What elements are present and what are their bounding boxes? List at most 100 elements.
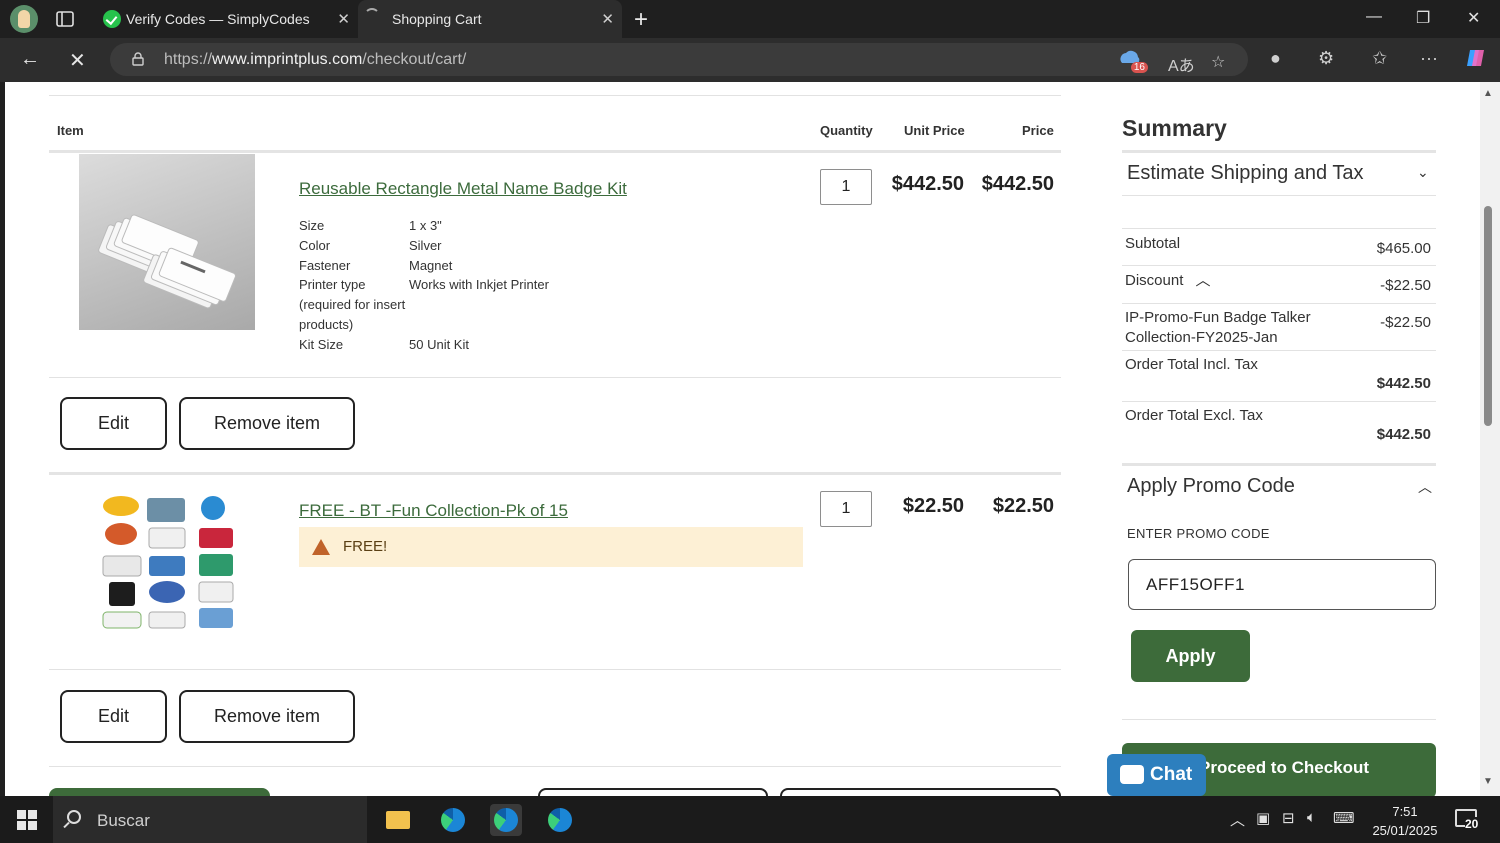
taskbar-search[interactable]: Buscar [53, 796, 367, 843]
tracker-count: 16 [1130, 62, 1148, 73]
product-image-fun-collection[interactable] [93, 492, 241, 642]
chevron-up-icon[interactable]: ︿ [1418, 477, 1432, 497]
windows-start-icon[interactable] [17, 810, 37, 830]
divider [1122, 228, 1436, 229]
option-label: Printer type (required for insert produc… [299, 277, 406, 332]
simplycodes-icon [103, 10, 121, 28]
read-aloud-icon[interactable]: Aあ [1168, 52, 1195, 76]
tab-actions-icon[interactable] [54, 8, 76, 30]
scrollbar-thumb[interactable] [1484, 206, 1492, 426]
divider [1122, 150, 1436, 153]
product-name-link[interactable]: Reusable Rectangle Metal Name Badge Kit [299, 179, 627, 199]
clock-time: 7:51 [1392, 804, 1418, 819]
tracker-shield-icon[interactable]: 16 [1118, 49, 1148, 73]
address-bar[interactable]: https://www.imprintplus.com/checkout/car… [110, 43, 1248, 76]
chevron-up-icon: ︿ [1195, 272, 1211, 289]
divider [49, 377, 1061, 378]
divider [1122, 265, 1436, 266]
restore-button[interactable]: ❐ [1416, 8, 1430, 28]
warning-icon [312, 539, 330, 555]
unit-price: $442.50 [891, 173, 964, 195]
line-price: $442.50 [981, 173, 1054, 195]
page-scrollbar[interactable]: ▲ ▼ [1480, 82, 1500, 796]
favorite-star-icon[interactable]: ☆ [1211, 52, 1225, 72]
apply-promo-button[interactable]: Apply [1131, 630, 1250, 682]
col-header-item: Item [57, 123, 84, 138]
tab-title: Shopping Cart [392, 11, 482, 27]
divider [49, 150, 1061, 153]
edge-icon[interactable] [437, 804, 469, 836]
edit-button[interactable]: Edit [60, 397, 167, 450]
remove-item-button[interactable]: Remove item [179, 690, 355, 743]
extensions-puzzle-icon[interactable]: ⚙ [1318, 48, 1334, 69]
url-text[interactable]: https://www.imprintplus.com/checkout/car… [164, 51, 466, 69]
chevron-down-icon[interactable]: ⌄ [1417, 164, 1429, 181]
meet-icon[interactable]: ▣ [1256, 809, 1270, 827]
discount-label: Discount [1125, 272, 1184, 289]
col-header-price: Price [1022, 123, 1054, 138]
option-label: Size [299, 218, 325, 233]
promo-code-input[interactable]: AFF15OFF1 [1128, 559, 1436, 610]
product-image-badge-kit[interactable] [79, 154, 255, 330]
option-label: Color [299, 238, 331, 253]
subtotal-label: Subtotal [1125, 235, 1181, 252]
divider [1122, 401, 1436, 402]
back-arrow-icon[interactable]: ← [20, 48, 40, 71]
remove-item-button[interactable]: Remove item [179, 397, 355, 450]
unit-price: $22.50 [902, 495, 964, 517]
cart-action-button[interactable] [538, 788, 768, 796]
favorites-icon[interactable]: ✩ [1372, 48, 1387, 69]
order-total-excl-label: Order Total Excl. Tax [1125, 407, 1263, 424]
system-clock[interactable]: 7:51 25/01/2025 [1365, 802, 1445, 840]
option-value: 1 x 3" [409, 218, 442, 233]
chat-label: Chat [1150, 764, 1193, 785]
profile-avatar[interactable] [10, 5, 38, 33]
new-tab-button[interactable]: + [634, 6, 648, 34]
update-cart-button[interactable] [780, 788, 1061, 796]
promo-line-label: IP-Promo-Fun Badge Talker Collection-FY2… [1125, 309, 1311, 346]
line-price: $22.50 [992, 495, 1054, 517]
subtotal-value: $465.00 [1376, 240, 1431, 257]
apply-promo-toggle[interactable]: Apply Promo Code [1127, 475, 1295, 498]
discount-toggle[interactable]: Discount ︿ [1125, 271, 1211, 291]
option-value: 50 Unit Kit [409, 337, 469, 352]
edit-button[interactable]: Edit [60, 690, 167, 743]
edge-active-icon[interactable] [490, 804, 522, 836]
volume-icon[interactable]: 🔈︎ [1307, 809, 1316, 826]
tab-simplycodes[interactable]: Verify Codes — SimplyCodes ✕ [92, 0, 358, 38]
extension-icon[interactable]: ● [1270, 48, 1281, 69]
notification-center-icon[interactable]: 20 [1455, 809, 1479, 831]
divider [49, 669, 1061, 670]
search-icon [67, 810, 81, 824]
estimate-shipping-toggle[interactable]: Estimate Shipping and Tax [1127, 162, 1363, 185]
scroll-down-icon[interactable]: ▼ [1483, 776, 1493, 787]
summary-title: Summary [1122, 115, 1227, 141]
order-total-incl-label: Order Total Incl. Tax [1125, 356, 1258, 373]
tab-shopping-cart[interactable]: Shopping Cart ✕ [358, 0, 622, 38]
tray-chevron-icon[interactable]: ︿ [1230, 809, 1245, 830]
keyboard-icon[interactable]: ⌨ [1333, 809, 1355, 827]
close-tab-icon[interactable]: ✕ [601, 10, 614, 28]
close-window-button[interactable]: ✕ [1467, 8, 1480, 28]
browser-toolbar: ← ✕ https://www.imprintplus.com/checkout… [0, 38, 1500, 82]
order-total-incl-value: $442.50 [1376, 375, 1431, 392]
close-tab-icon[interactable]: ✕ [337, 10, 350, 28]
free-notice-text: FREE! [343, 538, 388, 555]
scroll-up-icon[interactable]: ▲ [1483, 88, 1493, 99]
more-menu-icon[interactable]: ··· [1420, 48, 1438, 69]
promo-line-value: -$22.50 [1380, 314, 1431, 331]
stop-loading-icon[interactable]: ✕ [69, 48, 86, 73]
continue-shopping-button[interactable] [49, 788, 270, 796]
divider [1122, 463, 1436, 466]
product-name-link[interactable]: FREE - BT -Fun Collection-Pk of 15 [299, 501, 568, 521]
col-header-quantity: Quantity [820, 123, 873, 138]
minimize-button[interactable]: — [1366, 8, 1382, 26]
quantity-input[interactable]: 1 [820, 491, 872, 527]
chat-button[interactable]: Chat [1107, 754, 1206, 796]
quantity-input[interactable]: 1 [820, 169, 872, 205]
edge-profile-icon[interactable] [544, 804, 576, 836]
network-icon[interactable]: ⊟ [1282, 809, 1295, 827]
file-explorer-icon[interactable] [383, 804, 415, 836]
divider [1122, 350, 1436, 351]
copilot-icon[interactable] [1465, 46, 1489, 75]
